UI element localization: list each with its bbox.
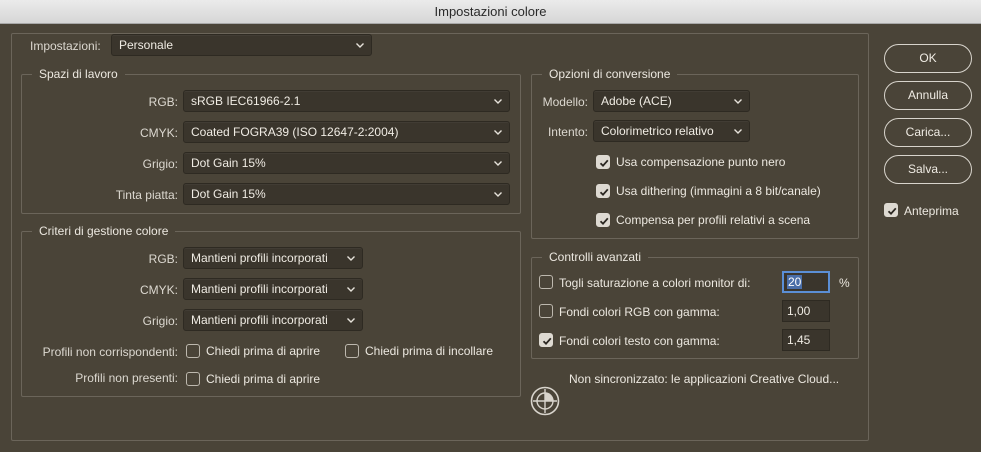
chevron-down-icon — [734, 99, 742, 104]
black-point-label: Usa compensazione punto nero — [616, 155, 786, 169]
chevron-down-icon — [494, 99, 502, 104]
pol-rgb-label: RGB: — [148, 252, 178, 266]
conversion-title: Opzioni di conversione — [542, 67, 678, 81]
window-titlebar: Impostazioni colore — [0, 0, 981, 24]
working-spaces-title: Spazi di lavoro — [32, 67, 125, 81]
settings-select-value: Personale — [119, 38, 174, 52]
window-title: Impostazioni colore — [434, 4, 547, 19]
dither-label: Usa dithering (immagini a 8 bit/canale) — [616, 184, 821, 198]
pol-cmyk-select[interactable]: Mantieni profili incorporati — [183, 278, 363, 300]
pol-rgb-value: Mantieni profili incorporati — [191, 251, 328, 265]
engine-select[interactable]: Adobe (ACE) — [593, 90, 750, 112]
pol-gray-label: Grigio: — [142, 314, 178, 328]
chevron-down-icon — [347, 287, 355, 292]
blend-text-label: Fondi colori testo con gamma: — [559, 334, 720, 348]
chevron-down-icon — [347, 318, 355, 323]
missing-label: Profili non presenti: — [75, 371, 178, 385]
preview-label: Anteprima — [904, 204, 959, 218]
blend-rgb-label: Fondi colori RGB con gamma: — [559, 305, 720, 319]
ws-gray-value: Dot Gain 15% — [191, 156, 266, 170]
advanced-title: Controlli avanzati — [542, 250, 649, 264]
blend-rgb-input[interactable]: 1,00 — [782, 300, 830, 322]
color-sync-icon — [530, 386, 560, 416]
missing-open-checkbox[interactable] — [186, 372, 200, 386]
checkmark-icon — [599, 217, 609, 226]
intent-label: Intento: — [547, 125, 588, 139]
checkmark-icon — [599, 188, 609, 197]
chevron-down-icon — [347, 256, 355, 261]
ws-spot-value: Dot Gain 15% — [191, 187, 266, 201]
settings-select[interactable]: Personale — [111, 34, 372, 56]
checkmark-icon — [542, 337, 552, 346]
ws-gray-select[interactable]: Dot Gain 15% — [183, 152, 510, 174]
ws-rgb-value: sRGB IEC61966-2.1 — [191, 94, 301, 108]
policies-title: Criteri di gestione colore — [32, 224, 176, 238]
pol-rgb-select[interactable]: Mantieni profili incorporati — [183, 247, 363, 269]
ws-cmyk-label: CMYK: — [139, 126, 178, 140]
sync-status-text: Non sincronizzato: le applicazioni Creat… — [569, 372, 840, 386]
ws-spot-select[interactable]: Dot Gain 15% — [183, 183, 510, 205]
blend-rgb-checkbox[interactable] — [539, 304, 553, 318]
desaturate-input[interactable]: 20 — [782, 271, 830, 293]
pol-gray-select[interactable]: Mantieni profili incorporati — [183, 309, 363, 331]
intent-value: Colorimetrico relativo — [601, 124, 714, 138]
engine-label: Modello: — [542, 95, 588, 109]
checkmark-icon — [599, 159, 609, 168]
pol-cmyk-label: CMYK: — [139, 283, 178, 297]
blend-text-checkbox[interactable] — [539, 333, 553, 347]
pol-cmyk-value: Mantieni profili incorporati — [191, 282, 328, 296]
chevron-down-icon — [494, 192, 502, 197]
engine-value: Adobe (ACE) — [601, 94, 672, 108]
cancel-button[interactable]: Annulla — [884, 81, 972, 110]
desaturate-label: Togli saturazione a colori monitor di: — [559, 276, 751, 290]
settings-label: Impostazioni: — [30, 39, 101, 53]
desaturate-value: 20 — [787, 275, 803, 289]
mismatch-label: Profili non corrispondenti: — [42, 345, 178, 359]
preview-checkbox[interactable] — [884, 203, 898, 217]
missing-open-label: Chiedi prima di aprire — [206, 372, 321, 386]
dither-checkbox[interactable] — [596, 184, 610, 198]
load-button[interactable]: Carica... — [884, 118, 972, 147]
mismatch-open-label: Chiedi prima di aprire — [206, 344, 321, 358]
save-button[interactable]: Salva... — [884, 155, 972, 184]
ws-rgb-label: RGB: — [148, 95, 178, 109]
checkmark-icon — [887, 207, 897, 216]
blend-text-value: 1,45 — [787, 333, 811, 347]
chevron-down-icon — [494, 161, 502, 166]
chevron-down-icon — [356, 43, 364, 48]
ws-gray-label: Grigio: — [142, 157, 178, 171]
ws-spot-label: Tinta piatta: — [115, 188, 178, 202]
ws-cmyk-value: Coated FOGRA39 (ISO 12647-2:2004) — [191, 125, 399, 139]
desaturate-checkbox[interactable] — [539, 275, 553, 289]
intent-select[interactable]: Colorimetrico relativo — [593, 120, 750, 142]
mismatch-paste-checkbox[interactable] — [345, 344, 359, 358]
blend-text-input[interactable]: 1,45 — [782, 329, 830, 351]
scene-label: Compensa per profili relativi a scena — [616, 213, 811, 227]
mismatch-paste-label: Chiedi prima di incollare — [365, 344, 494, 358]
chevron-down-icon — [494, 130, 502, 135]
ws-cmyk-select[interactable]: Coated FOGRA39 (ISO 12647-2:2004) — [183, 121, 510, 143]
ok-button[interactable]: OK — [884, 44, 972, 73]
desaturate-unit: % — [839, 276, 850, 290]
ws-rgb-select[interactable]: sRGB IEC61966-2.1 — [183, 90, 510, 112]
blend-rgb-value: 1,00 — [787, 304, 811, 318]
scene-checkbox[interactable] — [596, 213, 610, 227]
chevron-down-icon — [734, 129, 742, 134]
pol-gray-value: Mantieni profili incorporati — [191, 313, 328, 327]
black-point-checkbox[interactable] — [596, 155, 610, 169]
mismatch-open-checkbox[interactable] — [186, 344, 200, 358]
